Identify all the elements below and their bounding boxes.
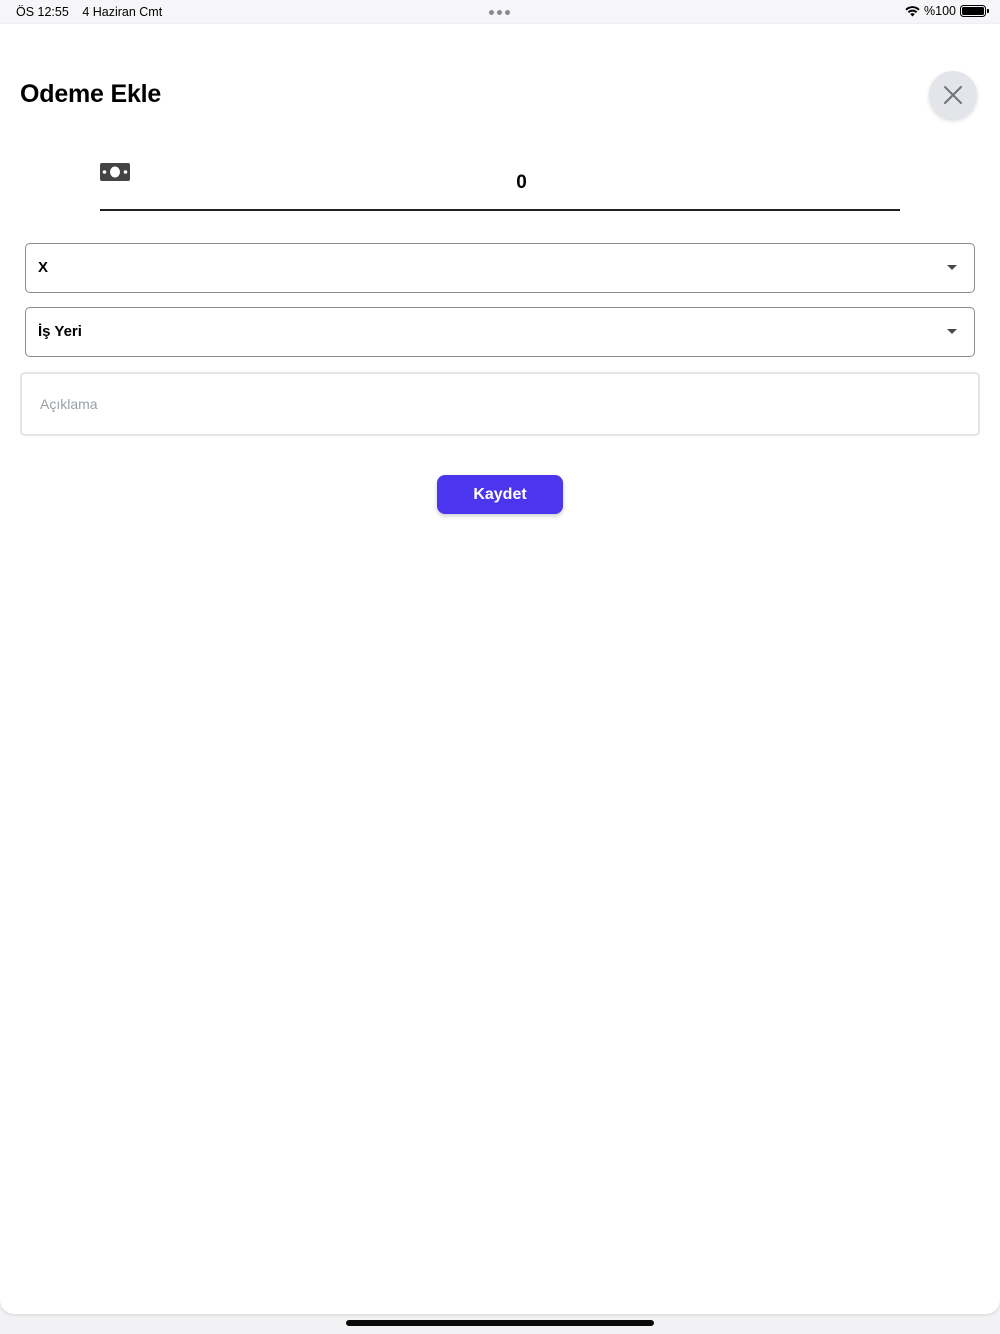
dropdown-arrow-icon (947, 329, 957, 334)
battery-percent: %100 (924, 4, 956, 18)
status-time: ÖS 12:55 (16, 5, 69, 19)
dropdown-arrow-icon (947, 265, 957, 270)
type-select[interactable]: X (25, 243, 975, 293)
battery-fill (962, 7, 984, 15)
amount-input[interactable]: 0 (100, 172, 943, 194)
status-date: 4 Haziran Cmt (82, 5, 163, 19)
save-button[interactable]: Kaydet (437, 475, 563, 514)
status-indicators: %100 (905, 4, 989, 18)
close-button[interactable] (929, 71, 977, 119)
close-icon (944, 86, 962, 104)
amount-underline (100, 209, 900, 211)
add-payment-sheet: Odeme Ekle 0 X İş Yeri Kaydet (0, 24, 1000, 1314)
home-indicator (346, 1320, 654, 1326)
workplace-select-value: İş Yeri (38, 323, 82, 340)
status-datetime: ÖS 12:55 4 Haziran Cmt (16, 5, 162, 19)
type-select-value: X (38, 259, 49, 276)
description-field[interactable] (20, 372, 980, 436)
page-title: Odeme Ekle (20, 80, 162, 108)
status-bar: ÖS 12:55 4 Haziran Cmt %100 (0, 0, 1000, 24)
workplace-select[interactable]: İş Yeri (25, 307, 975, 357)
wifi-icon (905, 5, 920, 16)
multitasking-dots-icon[interactable] (489, 10, 510, 15)
battery-icon (960, 5, 989, 17)
